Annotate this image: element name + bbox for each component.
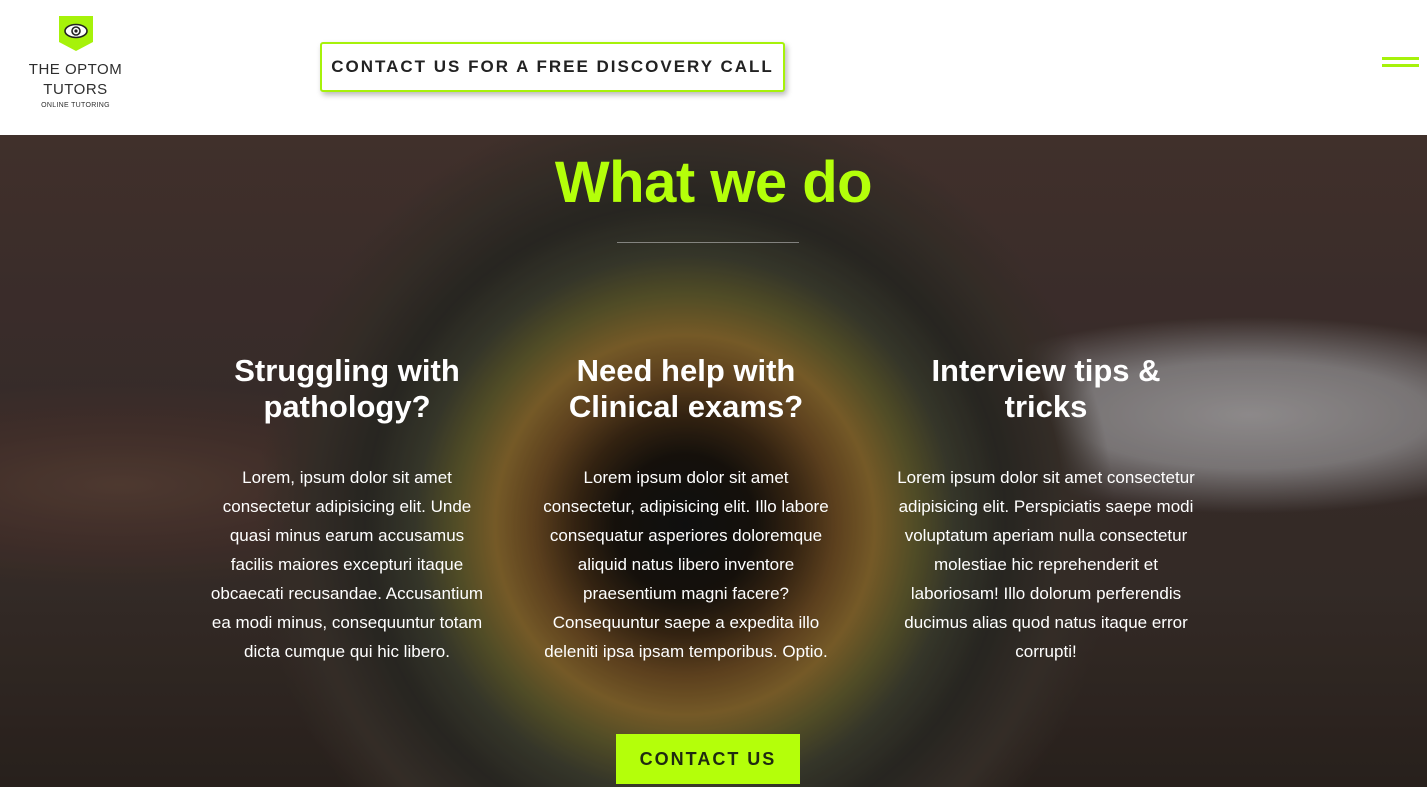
service-heading: Interview tips & tricks — [931, 353, 1161, 424]
site-logo[interactable]: THE OPTOM TUTORS ONLINE TUTORING — [18, 14, 133, 120]
logo-tagline: ONLINE TUTORING — [41, 102, 110, 109]
hamburger-menu-button[interactable] — [1382, 54, 1419, 74]
site-header: THE OPTOM TUTORS ONLINE TUTORING CONTACT… — [0, 0, 1427, 135]
hamburger-menu-icon-bar — [1382, 64, 1419, 67]
service-column-interview-tips: Interview tips & tricks Lorem ipsum dolo… — [897, 353, 1195, 666]
contact-us-button[interactable]: CONTACT US — [616, 734, 800, 784]
section-title: What we do — [554, 150, 873, 215]
logo-text-line2: TUTORS — [43, 81, 108, 98]
eye-icon — [58, 16, 93, 51]
logo-text-line1: THE OPTOM — [28, 61, 123, 78]
service-description: Lorem ipsum dolor sit amet consectetur, … — [543, 468, 829, 661]
discovery-call-button[interactable]: CONTACT US FOR A FREE DISCOVERY CALL — [320, 42, 785, 92]
title-divider — [617, 242, 799, 243]
service-heading: Need help with Clinical exams? — [568, 353, 804, 424]
service-heading: Struggling with pathology? — [234, 353, 460, 424]
service-description: Lorem, ipsum dolor sit amet consectetur … — [210, 468, 484, 661]
service-column-pathology: Struggling with pathology? Lorem, ipsum … — [207, 353, 487, 666]
service-description: Lorem ipsum dolor sit amet consectetur a… — [897, 468, 1195, 661]
hamburger-menu-icon — [1382, 57, 1419, 60]
what-we-do-section: What we do Struggling with pathology? Lo… — [0, 135, 1427, 787]
service-column-clinical-exams: Need help with Clinical exams? Lorem ips… — [541, 353, 831, 666]
